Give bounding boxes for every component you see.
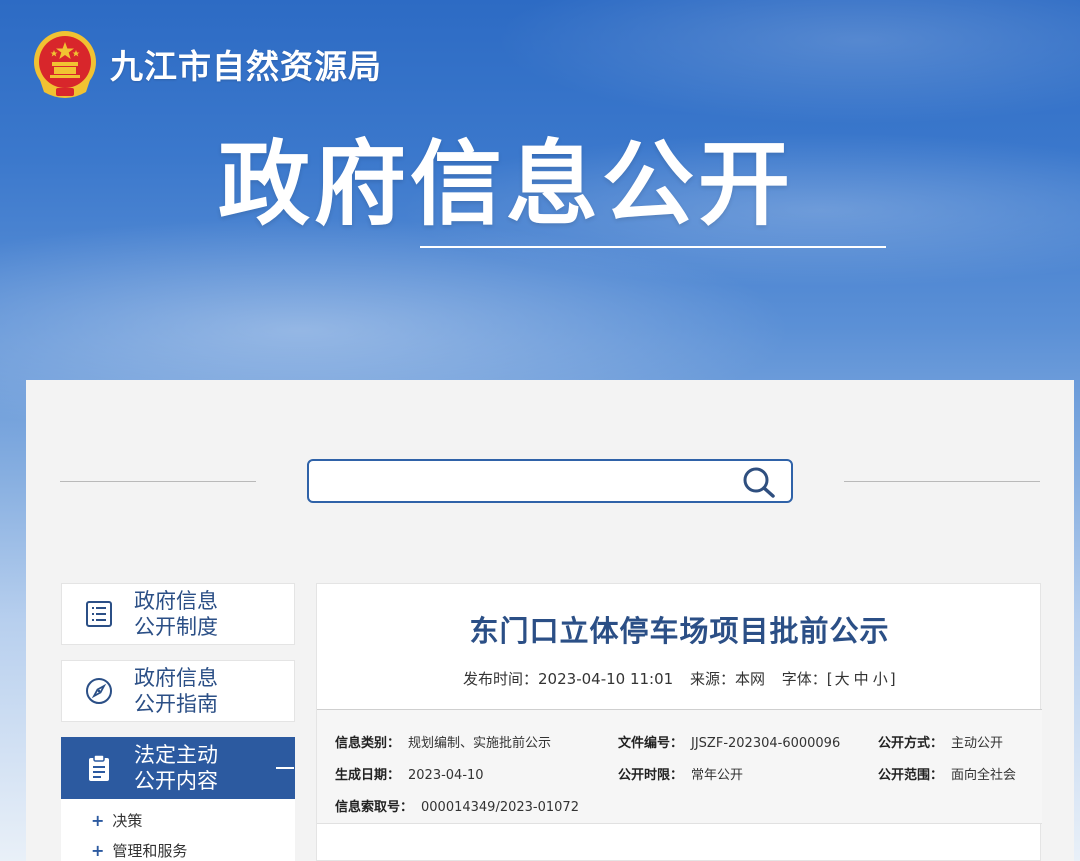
sidebar-item-statutory-content[interactable]: 法定主动 公开内容 <box>61 737 295 799</box>
expand-icon: + <box>91 810 105 830</box>
hero-title: 政府信息公开 <box>218 131 795 238</box>
national-emblem-icon <box>30 28 100 100</box>
sidebar: 政府信息 公开制度 政府信息 公开指南 法定主动 公开内容 + 决策 + 管理和… <box>61 583 295 861</box>
info-period: 公开时限： 常年公开 <box>618 768 744 783</box>
article-source: 本网 <box>734 670 765 688</box>
info-index-number: 信息索取号： 000014349/2023-01072 <box>335 800 579 815</box>
font-size-medium-button[interactable]: 中 <box>854 670 869 688</box>
list-icon <box>86 601 112 627</box>
sidebar-sub-item-decision[interactable]: + 决策 <box>61 805 295 835</box>
publish-time: 2023-04-10 11:01 <box>538 670 674 688</box>
search-divider-right <box>844 481 1040 482</box>
sidebar-item-disclosure-system[interactable]: 政府信息 公开制度 <box>61 583 295 645</box>
info-doc-number: 文件编号： JJSZF-202304-6000096 <box>618 736 841 751</box>
expand-icon: + <box>91 840 105 860</box>
font-size-large-button[interactable]: 大 <box>835 670 850 688</box>
info-method: 公开方式： 主动公开 <box>878 736 1004 751</box>
article-meta: 发布时间：2023-04-10 11:01 来源：本网 字体：[大中小] <box>463 670 896 688</box>
hero-underline <box>420 246 886 248</box>
main-content-card: 政府信息 公开制度 政府信息 公开指南 法定主动 公开内容 + 决策 + 管理和… <box>26 380 1074 861</box>
article-info-table: 信息类别： 规划编制、实施批前公示 文件编号： JJSZF-202304-60000… <box>317 710 1042 824</box>
sidebar-item-disclosure-guide[interactable]: 政府信息 公开指南 <box>61 660 295 722</box>
sidebar-item-label: 法定主动 公开内容 <box>134 743 218 793</box>
clipboard-icon <box>89 754 109 781</box>
search-box <box>307 459 793 503</box>
search-button[interactable] <box>741 465 777 499</box>
search-icon <box>743 467 775 498</box>
info-category: 信息类别： 规划编制、实施批前公示 <box>335 736 552 751</box>
article-title: 东门口立体停车场项目批前公示 <box>469 614 890 648</box>
compass-icon <box>86 678 112 704</box>
sidebar-item-label: 政府信息 公开指南 <box>134 666 218 716</box>
font-size-small-button[interactable]: 小 <box>873 670 888 688</box>
info-scope: 公开范围： 面向全社会 <box>878 768 1017 783</box>
sidebar-sub-item-management[interactable]: + 管理和服务 <box>61 835 295 861</box>
org-name: 九江市自然资源局 <box>110 47 382 86</box>
sidebar-item-label: 政府信息 公开制度 <box>134 589 218 639</box>
search-input[interactable] <box>317 467 727 495</box>
search-divider-left <box>60 481 256 482</box>
site-logo[interactable]: 九江市自然资源局 <box>30 28 382 100</box>
sidebar-sub-list: + 决策 + 管理和服务 <box>61 799 295 861</box>
info-date: 生成日期： 2023-04-10 <box>335 768 484 783</box>
article-panel: 东门口立体停车场项目批前公示 发布时间：2023-04-10 11:01 来源：… <box>316 583 1042 861</box>
collapse-icon[interactable] <box>276 767 294 769</box>
